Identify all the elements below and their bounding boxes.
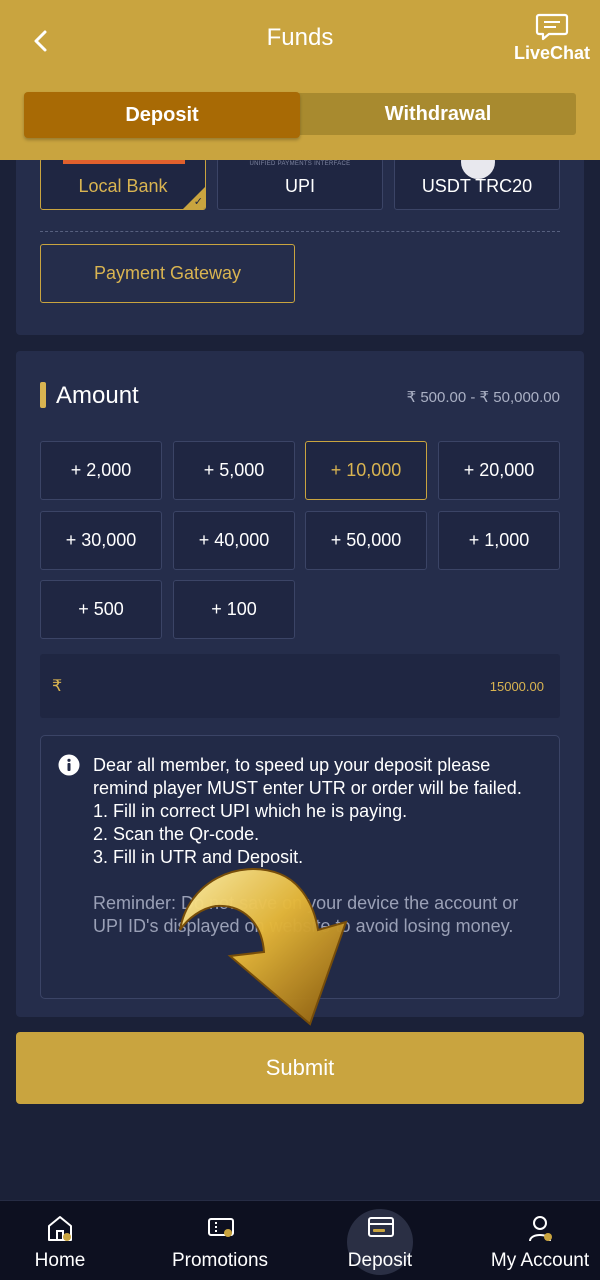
amount-card: Amount ₹ 500.00 - ₹ 50,000.00 + 2,000 + …: [16, 351, 584, 1017]
home-icon: [48, 1216, 72, 1241]
amount-chip-1000[interactable]: + 1,000: [438, 511, 560, 570]
amount-chip-20000[interactable]: + 20,000: [438, 441, 560, 500]
livechat-label: LiveChat: [513, 43, 591, 63]
notice-line: 1. Fill in correct UPI which he is payin…: [93, 801, 408, 821]
amount-input[interactable]: ₹ 15000.00: [40, 654, 560, 718]
amount-chip-2000[interactable]: + 2,000: [40, 441, 162, 500]
divider: [40, 231, 560, 232]
chat-bubble-icon: [535, 13, 569, 41]
submit-button[interactable]: Submit: [16, 1032, 584, 1104]
payment-gateway-button[interactable]: Payment Gateway: [40, 244, 295, 303]
notice-line: 2. Scan the Qr-code.: [93, 824, 260, 844]
nav-label: Promotions: [171, 1250, 269, 1271]
nav-home[interactable]: Home: [0, 1201, 135, 1280]
method-label: UPI: [284, 176, 315, 196]
nav-deposit[interactable]: Deposit: [305, 1201, 455, 1280]
section-accent-bar: [40, 382, 46, 408]
nav-promotions[interactable]: Promotions: [145, 1201, 295, 1280]
deposit-icon: [368, 1217, 394, 1237]
info-icon: [58, 754, 80, 781]
nav-label: My Account: [490, 1250, 590, 1271]
method-label: USDT TRC20: [421, 176, 533, 196]
method-usdt-trc20[interactable]: USDT TRC20: [394, 158, 560, 210]
funds-tabs: Deposit Withdrawal: [24, 92, 576, 138]
tab-deposit[interactable]: Deposit: [24, 92, 300, 138]
method-local-bank[interactable]: Local Bank ✓: [40, 158, 206, 210]
checkmark-icon: ✓: [193, 196, 203, 208]
method-label: Local Bank: [78, 176, 168, 196]
livechat-button[interactable]: LiveChat: [508, 12, 596, 64]
tab-withdrawal[interactable]: Withdrawal: [300, 93, 576, 135]
deposit-notice: Dear all member, to speed up your deposi…: [40, 735, 560, 999]
nav-label: Deposit: [347, 1250, 413, 1271]
nav-label: Home: [34, 1250, 86, 1271]
amount-chip-10000[interactable]: + 10,000: [305, 441, 427, 500]
amount-input-value: 15000.00: [489, 679, 544, 694]
bottom-nav: Home Promotions Deposit My Account: [0, 1200, 600, 1280]
promotions-icon: [208, 1218, 234, 1237]
notice-line: Dear all member, to speed up your deposi…: [93, 755, 522, 798]
method-upi[interactable]: UNIFIED PAYMENTS INTERFACE UPI: [217, 158, 383, 210]
account-icon: [529, 1216, 552, 1242]
payment-methods-card: Local Bank ✓ UNIFIED PAYMENTS INTERFACE …: [16, 140, 584, 335]
currency-symbol: ₹: [52, 678, 63, 695]
notice-reminder: Reminder: Do not save on your device the…: [93, 893, 519, 936]
amount-title: Amount: [56, 382, 139, 409]
notice-text: Dear all member, to speed up your deposi…: [93, 754, 543, 938]
upi-logo-text: UNIFIED PAYMENTS INTERFACE: [249, 161, 351, 167]
header: Funds LiveChat Deposit Withdrawal: [0, 0, 600, 160]
amount-chip-5000[interactable]: + 5,000: [173, 441, 295, 500]
notice-line: 3. Fill in UTR and Deposit.: [93, 847, 304, 867]
amount-chip-500[interactable]: + 500: [40, 580, 162, 639]
amount-chip-30000[interactable]: + 30,000: [40, 511, 162, 570]
amount-chip-50000[interactable]: + 50,000: [305, 511, 427, 570]
amount-range: ₹ 500.00 - ₹ 50,000.00: [406, 389, 560, 406]
nav-my-account[interactable]: My Account: [465, 1201, 600, 1280]
amount-chip-40000[interactable]: + 40,000: [173, 511, 295, 570]
amount-chip-100[interactable]: + 100: [173, 580, 295, 639]
